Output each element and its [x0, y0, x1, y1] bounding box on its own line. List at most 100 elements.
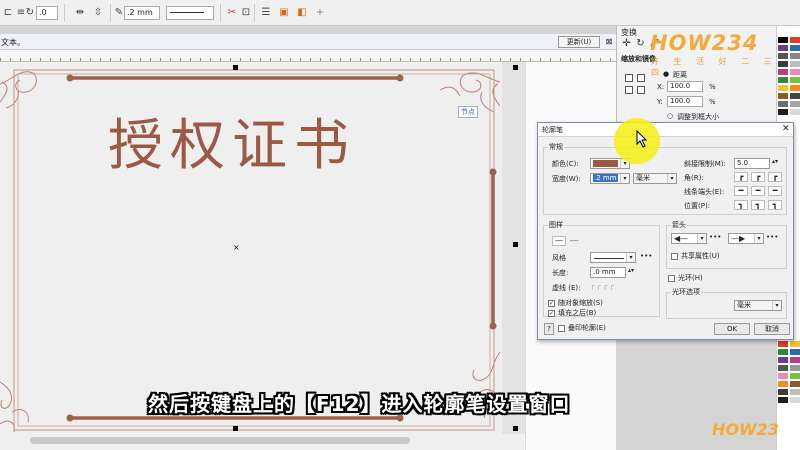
swatch-blue[interactable]	[789, 44, 800, 52]
swatch-light[interactable]	[789, 396, 800, 404]
mirror-horizontal-icon[interactable]: ⊏	[2, 5, 14, 21]
scrollbar-thumb[interactable]	[30, 437, 410, 444]
end-arrow-select[interactable]: —▶ ▾	[728, 233, 764, 244]
dialog-titlebar[interactable]: 轮廓笔 ✕	[538, 123, 793, 137]
swatch-dark[interactable]	[777, 388, 789, 396]
halo-unit-select[interactable]: 毫米 ▾	[734, 300, 782, 311]
node-handle[interactable]	[66, 414, 74, 422]
cap-round-icon[interactable]: ━	[751, 186, 765, 196]
certificate-title[interactable]: 授权证书	[108, 100, 356, 180]
cap-square-icon[interactable]: ━	[768, 186, 782, 196]
add-icon[interactable]: +	[314, 5, 326, 21]
node-handle[interactable]	[396, 74, 404, 82]
selection-handle[interactable]	[513, 426, 518, 431]
more-options-icon[interactable]: •••	[640, 251, 652, 261]
spinner-icon[interactable]: ▴▾	[628, 266, 634, 276]
horizontal-ruler[interactable]	[0, 50, 616, 62]
anchor-grid-icon[interactable]	[625, 86, 633, 94]
swatch-gray[interactable]	[777, 100, 789, 108]
cap-butt-icon[interactable]: ━	[734, 186, 748, 196]
mirror-h-icon[interactable]: ⇹	[74, 5, 86, 21]
node-handle[interactable]	[489, 322, 497, 330]
rotate-icon[interactable]: ↻	[635, 38, 646, 50]
close-icon[interactable]: ✕	[782, 124, 790, 135]
position-icon[interactable]: ✛	[621, 38, 632, 50]
fill-behind-checkbox[interactable]: ✓	[548, 310, 555, 317]
solid-line-icon[interactable]: —	[552, 236, 566, 246]
selection-handle[interactable]	[513, 242, 518, 247]
scale-y-input[interactable]: 100.0	[667, 96, 703, 107]
halo-checkbox[interactable]	[668, 275, 675, 282]
swatch-brown[interactable]	[777, 92, 789, 100]
position-inside-icon[interactable]: ┓	[768, 200, 782, 210]
swatch-yellow[interactable]	[789, 340, 800, 348]
horizontal-scrollbar[interactable]	[0, 434, 525, 450]
help-button[interactable]: ?	[544, 323, 554, 335]
swatch-light[interactable]	[789, 388, 800, 396]
swatch-black[interactable]	[777, 396, 789, 404]
swatch-light[interactable]	[789, 108, 800, 116]
line-style-select[interactable]	[166, 6, 214, 20]
swatch-blue[interactable]	[789, 348, 800, 356]
more-options-icon[interactable]: •••	[709, 232, 721, 242]
swatch-purple[interactable]	[777, 356, 789, 364]
swatch-pink[interactable]	[777, 372, 789, 380]
position-center-icon[interactable]: ┓	[751, 200, 765, 210]
break-apart-icon[interactable]: ✂	[226, 5, 238, 21]
corner-round-icon[interactable]: ┏	[751, 172, 765, 182]
swatch-green[interactable]	[777, 348, 789, 356]
swatch-purple[interactable]	[777, 44, 789, 52]
dashed-line-icon[interactable]: ╍╍	[570, 236, 578, 246]
swatch-magenta[interactable]	[789, 356, 800, 364]
arrange-icon[interactable]: ⊡	[240, 5, 252, 21]
selection-handle[interactable]	[233, 426, 238, 431]
align-icon[interactable]: ☰	[260, 5, 272, 21]
anchor-grid-icon[interactable]	[637, 86, 645, 94]
cancel-button[interactable]: 取消	[754, 323, 790, 335]
update-button[interactable]: 更新(U)	[558, 36, 600, 48]
overprint-checkbox[interactable]	[558, 325, 565, 332]
swatch-black[interactable]	[777, 36, 789, 44]
shared-attributes-checkbox[interactable]	[671, 253, 678, 260]
radio-adjust[interactable]: ○	[667, 112, 673, 120]
anchor-grid-icon[interactable]	[625, 74, 633, 82]
ok-button[interactable]: OK	[714, 323, 750, 335]
width-select[interactable]: .2 mm ▾	[590, 173, 630, 184]
swatch-gray[interactable]	[789, 100, 800, 108]
to-back-icon[interactable]: ◧	[296, 5, 308, 21]
swatch-orange[interactable]	[777, 380, 789, 388]
scale-with-object-checkbox[interactable]: ✓	[548, 300, 555, 307]
selection-handle[interactable]	[233, 65, 238, 70]
style-select[interactable]: ▾	[590, 252, 636, 263]
anchor-grid-icon[interactable]	[637, 74, 645, 82]
start-arrow-select[interactable]: ◀— ▾	[671, 233, 707, 244]
spinner-icon[interactable]: ▴▾	[772, 157, 778, 167]
swatch-red[interactable]	[777, 340, 789, 348]
selection-handle[interactable]	[513, 65, 518, 70]
node-handle[interactable]	[489, 168, 497, 176]
swatch-lime[interactable]	[789, 372, 800, 380]
rotation-input[interactable]: .0	[36, 6, 58, 20]
swatch-red[interactable]	[789, 36, 800, 44]
miter-input[interactable]: 5.0	[734, 158, 770, 169]
drawing-canvas[interactable]: × 授权证书 节点	[0, 62, 525, 434]
outline-width-input[interactable]: .2 mm	[124, 6, 160, 20]
swatch-yellow[interactable]	[777, 84, 789, 92]
length-input[interactable]: .0 mm	[590, 267, 626, 278]
unit-select[interactable]: 毫米 ▾	[633, 173, 677, 184]
mirror-v-icon[interactable]: ⇳	[92, 5, 104, 21]
swatch-black[interactable]	[777, 108, 789, 116]
more-options-icon[interactable]: •••	[766, 232, 778, 242]
close-icon[interactable]: ⊠	[604, 36, 614, 48]
swatch-orange[interactable]	[789, 84, 800, 92]
dash-options-icon[interactable]: ┌ ┌ ┌ ┌	[590, 281, 614, 291]
node-handle[interactable]	[66, 74, 74, 82]
scale-x-input[interactable]: 100.0	[667, 81, 703, 92]
swatch-brown[interactable]	[789, 380, 800, 388]
swatch-gray[interactable]	[777, 364, 789, 372]
to-front-icon[interactable]: ▣	[278, 5, 290, 21]
swatch-dark[interactable]	[789, 92, 800, 100]
position-outside-icon[interactable]: ┓	[734, 200, 748, 210]
swatch-gray[interactable]	[789, 364, 800, 372]
corner-bevel-icon[interactable]: ┏	[768, 172, 782, 182]
